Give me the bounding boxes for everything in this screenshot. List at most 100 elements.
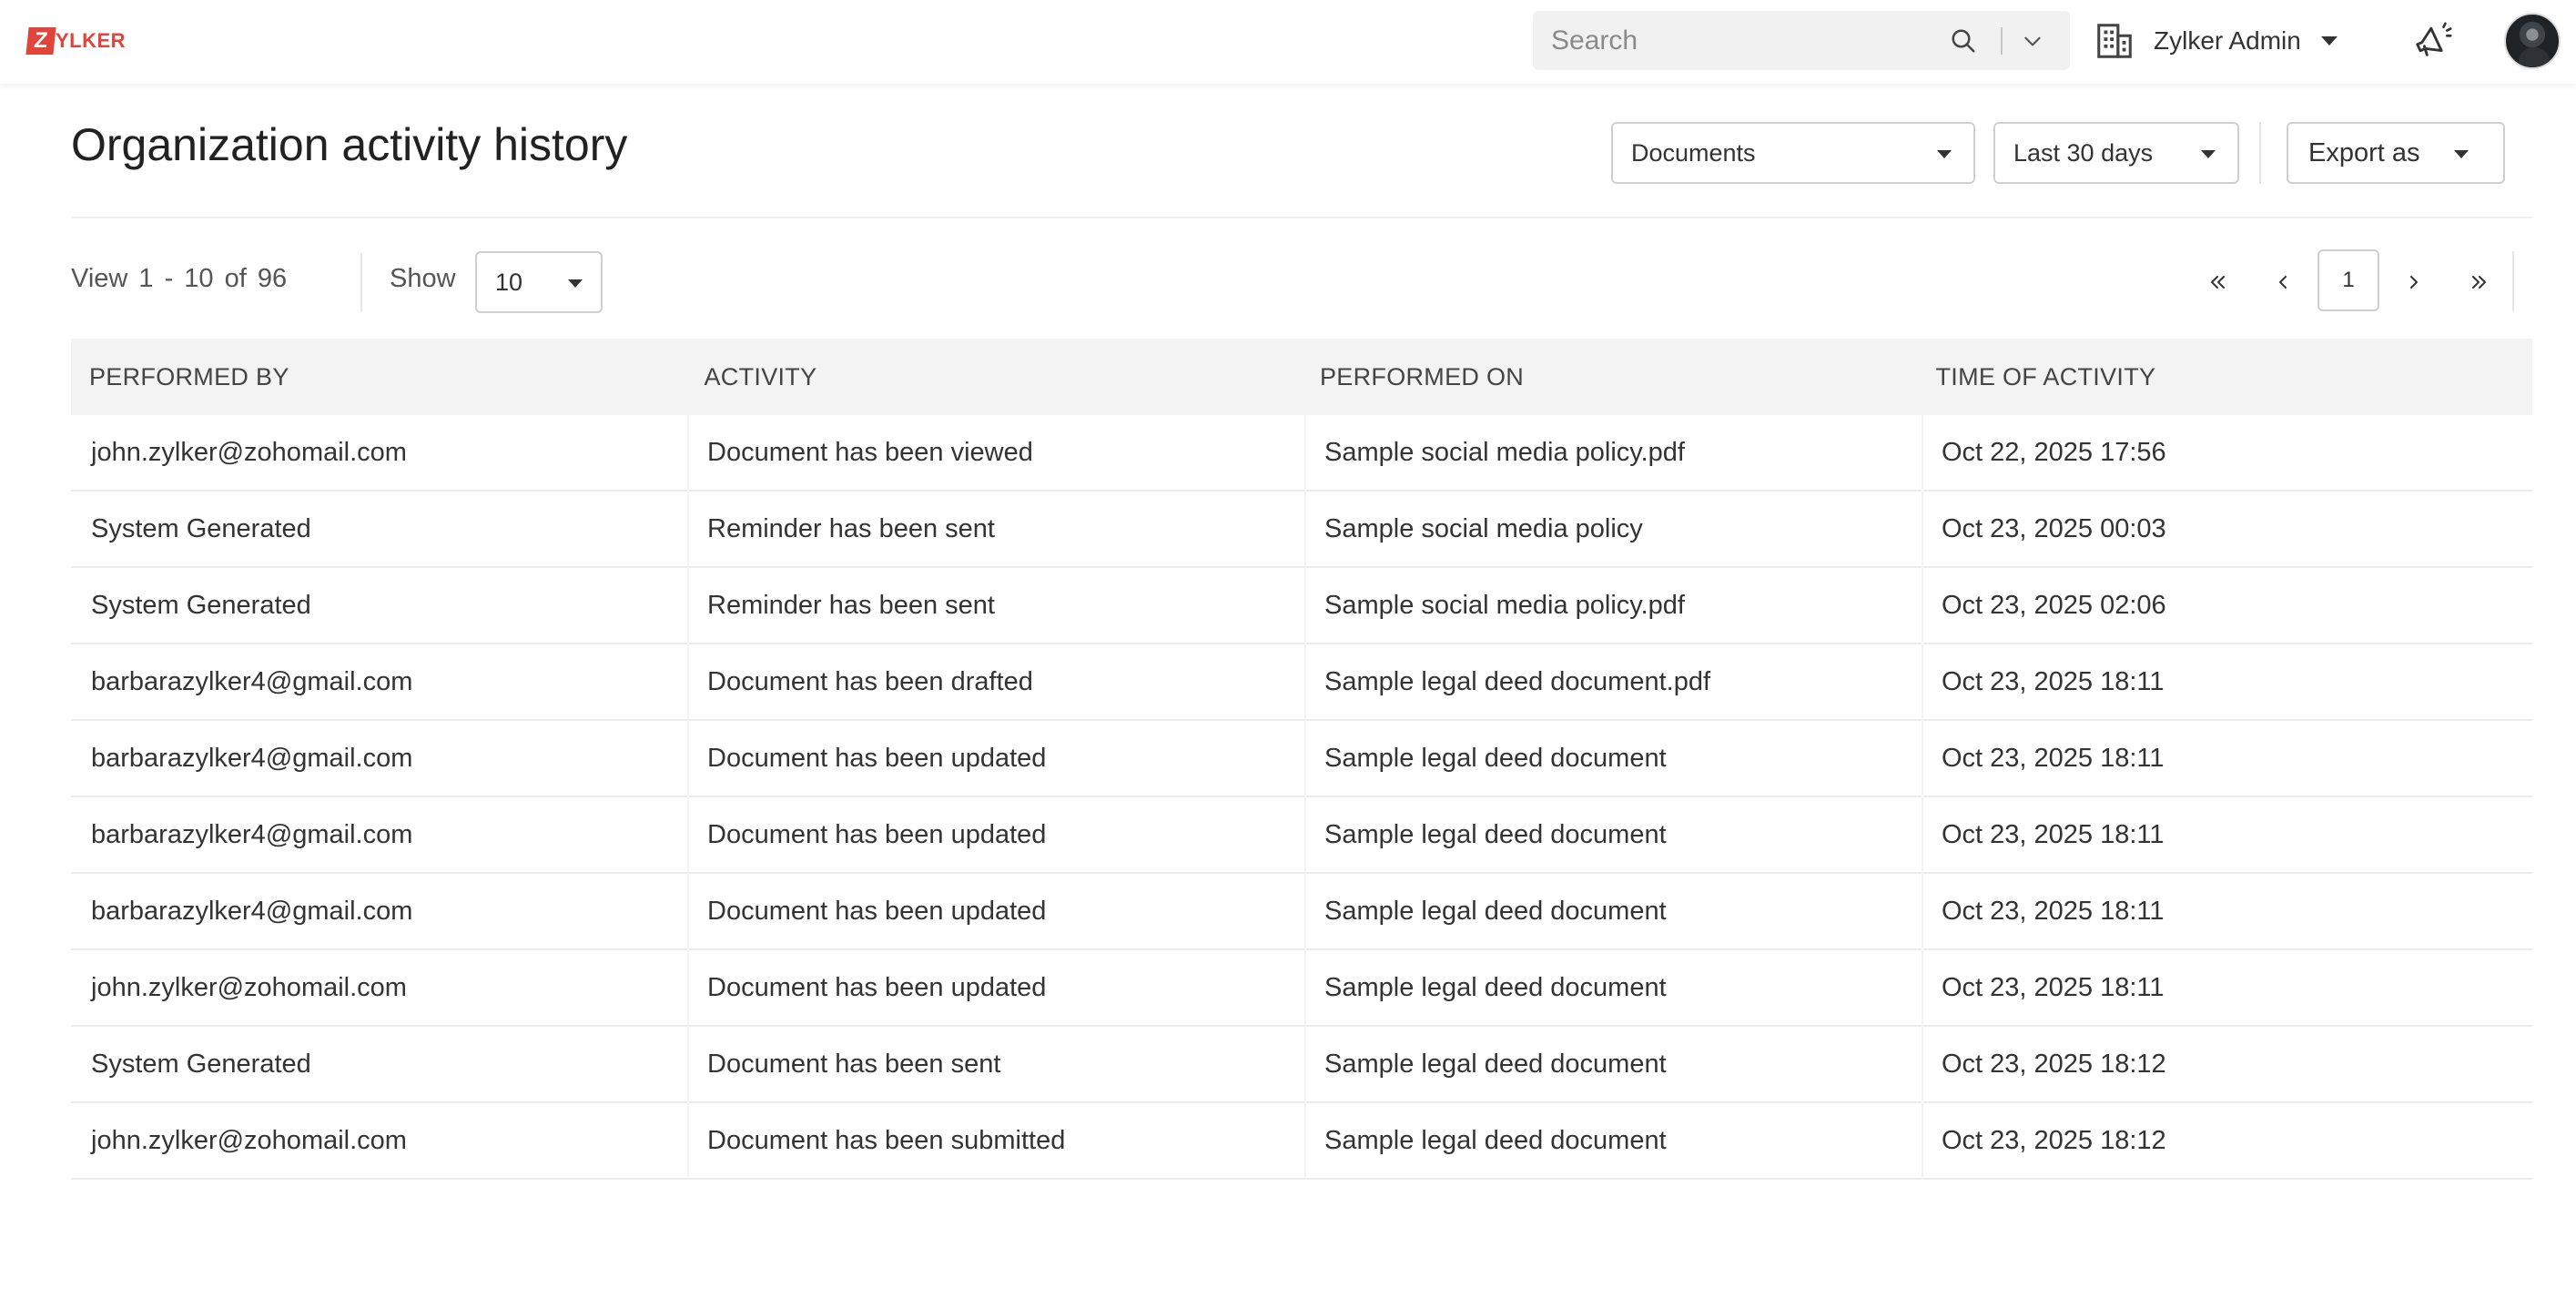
cell-performed-on: Sample legal deed document (1304, 949, 1922, 1026)
caret-down-icon (2454, 150, 2469, 158)
cell-performed-on: Sample legal deed document (1304, 720, 1922, 796)
cell-performed-on: Sample social media policy (1304, 491, 1922, 567)
cell-activity: Document has been updated (687, 796, 1304, 873)
cell-activity: Document has been viewed (687, 414, 1304, 491)
last-page-button[interactable] (2461, 264, 2498, 300)
cell-performed-by: System Generated (91, 513, 311, 543)
cell-performed-by: barbarazylker4@gmail.com (91, 743, 413, 773)
cell-time: Oct 23, 2025 18:11 (1922, 720, 2532, 796)
zylker-logo[interactable]: Z YLKER (25, 26, 127, 56)
cell-activity: Document has been updated (687, 873, 1304, 949)
cell-performed-by: barbarazylker4@gmail.com (91, 666, 413, 696)
search-icon[interactable] (1950, 27, 1977, 55)
cell-activity: Document has been drafted (687, 644, 1304, 720)
next-page-button[interactable] (2396, 264, 2432, 300)
column-header-activity: ACTIVITY (704, 362, 817, 390)
cell-performed-on: Sample legal deed document.pdf (1304, 644, 1922, 720)
current-page[interactable]: 1 (2317, 249, 2379, 311)
cell-performed-by: System Generated (91, 1049, 311, 1079)
search-divider (2001, 27, 2003, 55)
cell-performed-on: Sample legal deed document (1304, 1026, 1922, 1102)
table-row[interactable]: barbarazylker4@gmail.com Document has bee… (71, 796, 2532, 874)
cell-time: Oct 23, 2025 18:12 (1922, 1102, 2532, 1179)
cell-performed-by: System Generated (91, 590, 311, 620)
page-title: Organization activity history (71, 119, 628, 170)
top-bar: Z YLKER Zylker Admin (0, 0, 2576, 84)
previous-page-button[interactable] (2265, 264, 2301, 300)
caret-down-icon (2201, 150, 2216, 158)
building-icon (2097, 24, 2132, 58)
chevron-left-icon (2279, 276, 2287, 289)
export-label: Export as (2308, 137, 2420, 167)
logo-mark: Z (25, 27, 56, 55)
table-row[interactable]: john.zylker@zohomail.com Document has bee… (71, 414, 2532, 492)
cell-time: Oct 23, 2025 18:12 (1922, 1026, 2532, 1102)
megaphone-icon[interactable] (2412, 20, 2454, 62)
table-row[interactable]: barbarazylker4@gmail.com Document has bee… (71, 644, 2532, 721)
user-avatar[interactable] (2504, 13, 2561, 69)
table-row[interactable]: System Generated Reminder has been sent Sa… (71, 567, 2532, 644)
cell-time: Oct 23, 2025 00:03 (1922, 491, 2532, 567)
caret-down-icon (2320, 36, 2338, 46)
cell-performed-by: john.zylker@zohomail.com (91, 972, 407, 1002)
cell-performed-by: john.zylker@zohomail.com (91, 1125, 407, 1155)
export-button[interactable]: Export as (2287, 122, 2505, 184)
cell-performed-on: Sample legal deed document (1304, 1102, 1922, 1179)
category-select-value: Documents (1631, 138, 1756, 167)
show-label: Show (390, 264, 456, 293)
cell-time: Oct 23, 2025 18:11 (1922, 873, 2532, 949)
table-row[interactable]: john.zylker@zohomail.com Document has bee… (71, 949, 2532, 1027)
column-header-performed-on: PERFORMED ON (1320, 362, 1525, 390)
divider (360, 253, 362, 311)
table-header: PERFORMED BY ACTIVITY PERFORMED ON TIME … (71, 339, 2532, 415)
page-size-select[interactable]: 10 (475, 251, 603, 313)
first-page-button[interactable] (2199, 264, 2236, 300)
cell-activity: Reminder has been sent (687, 567, 1304, 644)
cell-activity: Document has been submitted (687, 1102, 1304, 1179)
of-label: of (224, 264, 247, 293)
chevron-down-icon[interactable] (2021, 29, 2044, 53)
activity-table: PERFORMED BY ACTIVITY PERFORMED ON TIME … (71, 339, 2532, 1180)
cell-activity: Document has been updated (687, 720, 1304, 796)
column-header-time: TIME OF ACTIVITY (1935, 362, 2156, 390)
cell-time: Oct 23, 2025 18:11 (1922, 644, 2532, 720)
org-switcher[interactable]: Zylker Admin (2094, 15, 2338, 67)
total-count: 96 (257, 264, 288, 293)
double-chevron-right-icon (2472, 276, 2486, 289)
caret-down-icon (568, 279, 583, 288)
cell-performed-on: Sample social media policy.pdf (1304, 567, 1922, 644)
view-label: View (71, 264, 128, 293)
record-range: View 1 - 10 of 96 (71, 264, 287, 294)
date-range-select[interactable]: Last 30 days (1993, 122, 2239, 184)
cell-activity: Document has been sent (687, 1026, 1304, 1102)
cell-time: Oct 23, 2025 02:06 (1922, 567, 2532, 644)
cell-performed-on: Sample social media policy.pdf (1304, 414, 1922, 491)
cell-performed-on: Sample legal deed document (1304, 873, 1922, 949)
cell-time: Oct 23, 2025 18:11 (1922, 796, 2532, 873)
table-row[interactable]: barbarazylker4@gmail.com Document has bee… (71, 720, 2532, 797)
cell-time: Oct 22, 2025 17:56 (1922, 414, 2532, 491)
cell-performed-by: barbarazylker4@gmail.com (91, 819, 413, 849)
caret-down-icon (1937, 150, 1952, 158)
cell-activity: Reminder has been sent (687, 491, 1304, 567)
cell-time: Oct 23, 2025 18:11 (1922, 949, 2532, 1026)
table-body: john.zylker@zohomail.com Document has bee… (71, 414, 2532, 1180)
table-row[interactable]: john.zylker@zohomail.com Document has bee… (71, 1102, 2532, 1180)
table-row[interactable]: System Generated Document has been sent Sa… (71, 1026, 2532, 1103)
cell-activity: Document has been updated (687, 949, 1304, 1026)
chevron-right-icon (2410, 276, 2418, 289)
cell-performed-on: Sample legal deed document (1304, 796, 1922, 873)
logo-text: YLKER (56, 29, 127, 52)
table-row[interactable]: System Generated Reminder has been sent Sa… (71, 491, 2532, 568)
global-search (1533, 11, 2070, 70)
search-input[interactable] (1551, 11, 1942, 70)
range-text: 1 - 10 (138, 264, 214, 293)
category-select[interactable]: Documents (1611, 122, 1975, 184)
column-header-performed-by: PERFORMED BY (89, 362, 289, 390)
table-row[interactable]: barbarazylker4@gmail.com Document has bee… (71, 873, 2532, 950)
cell-performed-by: john.zylker@zohomail.com (91, 437, 407, 467)
page-size-value: 10 (495, 268, 523, 296)
header-divider (71, 217, 2532, 218)
divider (2259, 122, 2261, 184)
divider (2512, 251, 2514, 311)
